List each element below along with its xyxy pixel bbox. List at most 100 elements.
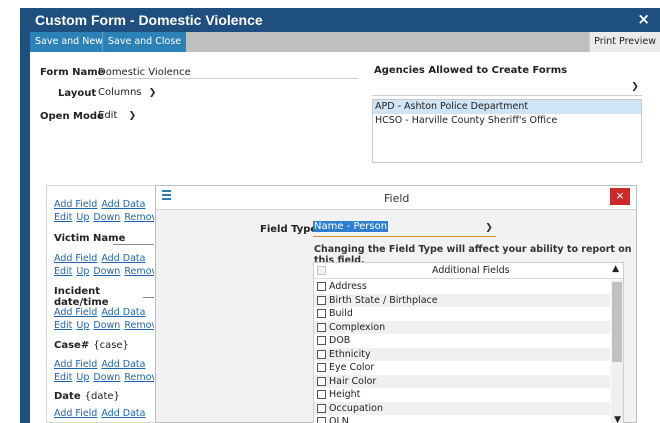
additional-field-label: Build <box>329 308 353 319</box>
additional-field-row[interactable]: OLN <box>314 415 610 423</box>
add-data-link[interactable]: Add Data <box>101 253 145 264</box>
dialog-title: Field <box>384 192 410 205</box>
fields-panel: Add Field Add Data Edit Up Down Remove Victi… <box>46 185 154 423</box>
down-link[interactable]: Down <box>93 372 120 383</box>
save-and-new-button[interactable]: Save and New <box>30 32 108 52</box>
additional-fields-title[interactable]: Additional Fields <box>432 265 510 276</box>
open-mode-select-value: Edit <box>98 110 118 121</box>
add-field-link[interactable]: Add Field <box>54 253 97 264</box>
toolbar: Save and New Save and Close Print Previe… <box>30 32 660 52</box>
chevron-down-icon: ❯ <box>631 82 639 92</box>
checkbox[interactable] <box>317 295 326 305</box>
additional-field-label: Hair Color <box>329 375 377 387</box>
open-mode-select[interactable]: Edit ❯ <box>98 110 137 121</box>
additional-field-row[interactable]: Occupation <box>314 401 610 415</box>
field-name: Incident date/time <box>54 286 109 308</box>
edit-link[interactable]: Edit <box>54 212 72 223</box>
field-token: {case} <box>93 340 129 351</box>
form-name-input[interactable]: Domestic Violence <box>98 67 191 78</box>
add-data-link[interactable]: Add Data <box>101 408 145 419</box>
print-preview-button[interactable]: Print Preview <box>589 32 660 52</box>
field-actions-row: Edit Up Down Remove <box>54 372 154 383</box>
additional-field-label: DOB <box>329 335 351 346</box>
edit-link[interactable]: Edit <box>54 320 72 331</box>
close-icon[interactable]: × <box>637 10 650 28</box>
field-name: Date <box>54 391 81 402</box>
checkbox[interactable] <box>317 322 326 332</box>
up-link[interactable]: Up <box>76 320 89 331</box>
add-data-link[interactable]: Add Data <box>101 359 145 370</box>
field-actions-row: Edit Up Down Remove <box>54 266 154 277</box>
checkbox[interactable] <box>317 390 326 399</box>
additional-field-row[interactable]: Ethnicity <box>314 347 610 361</box>
field-label: Victim Name <box>54 233 125 244</box>
scrollbar-thumb[interactable] <box>612 282 622 362</box>
checkbox[interactable] <box>317 417 326 423</box>
checkbox[interactable] <box>317 376 326 386</box>
sort-indicator-icon: ^ <box>459 262 466 267</box>
field-token: {date} <box>84 391 120 402</box>
add-field-link[interactable]: Add Field <box>54 359 97 370</box>
field-name: Case# <box>54 340 90 351</box>
edit-link[interactable]: Edit <box>54 266 72 277</box>
add-field-link[interactable]: Add Field <box>54 408 97 419</box>
scrollbar[interactable]: ▼ <box>611 280 623 423</box>
field-actions-row: Edit Up Down Remove <box>54 212 154 223</box>
window-titlebar: Custom Form - Domestic Violence × <box>30 8 660 32</box>
additional-field-row[interactable]: Eye Color <box>314 361 610 375</box>
remove-link[interactable]: Remove <box>124 372 154 383</box>
field-actions-row: Add Field Add Data <box>54 408 149 419</box>
layout-label: Layout <box>58 88 97 99</box>
up-link[interactable]: Up <box>76 266 89 277</box>
agency-item[interactable]: APD - Ashton Police Department <box>373 100 641 114</box>
scroll-down-icon[interactable]: ▼ <box>614 415 621 423</box>
down-link[interactable]: Down <box>93 266 120 277</box>
field-label: Case# {case} <box>54 340 129 351</box>
agency-item[interactable]: HCSO - Harville County Sheriff's Office <box>373 114 641 128</box>
down-link[interactable]: Down <box>93 320 120 331</box>
field-underline <box>143 297 154 298</box>
select-all-checkbox[interactable] <box>317 266 326 275</box>
additional-field-row[interactable]: Height <box>314 388 610 402</box>
dialog-close-icon[interactable]: × <box>610 188 630 205</box>
remove-link[interactable]: Remove <box>124 266 154 277</box>
additional-field-row[interactable]: Hair Color <box>314 374 610 388</box>
edit-link[interactable]: Edit <box>54 372 72 383</box>
checkbox[interactable] <box>317 349 326 359</box>
checkbox[interactable] <box>317 403 326 413</box>
add-field-link[interactable]: Add Field <box>54 307 97 318</box>
field-type-value: Name - Person <box>313 221 389 232</box>
hamburger-menu-icon[interactable] <box>162 190 171 202</box>
remove-link[interactable]: Remove <box>124 320 154 331</box>
add-field-link[interactable]: Add Field <box>54 199 97 210</box>
additional-field-row[interactable]: Address <box>314 280 610 294</box>
add-data-link[interactable]: Add Data <box>101 307 145 318</box>
additional-field-row[interactable]: Build <box>314 307 610 321</box>
add-data-link[interactable]: Add Data <box>101 199 145 210</box>
field-type-select[interactable]: Name - Person ❯ <box>313 221 496 237</box>
additional-field-row[interactable]: DOB <box>314 334 610 348</box>
agencies-list[interactable]: APD - Ashton Police Department HCSO - Ha… <box>372 99 642 163</box>
additional-field-row[interactable]: Complexion <box>314 320 610 334</box>
additional-field-row[interactable]: Birth State / Birthplace <box>314 293 610 307</box>
window-left-border <box>20 8 30 423</box>
agencies-dropdown[interactable]: ❯ <box>372 80 642 96</box>
save-and-close-button[interactable]: Save and Close <box>102 32 187 52</box>
additional-fields-rows: Address Birth State / Birthplace Build Comp… <box>314 280 610 423</box>
down-link[interactable]: Down <box>93 212 120 223</box>
form-name-label: Form Name <box>40 67 105 78</box>
checkbox[interactable] <box>317 363 326 372</box>
field-underline <box>113 244 154 245</box>
up-link[interactable]: Up <box>76 212 89 223</box>
open-mode-label: Open Mode <box>40 111 104 122</box>
up-link[interactable]: Up <box>76 372 89 383</box>
scroll-up-icon[interactable]: ▲ <box>612 264 619 274</box>
checkbox[interactable] <box>317 282 326 291</box>
remove-link[interactable]: Remove <box>124 212 154 223</box>
layout-select[interactable]: Columns ❯ <box>98 87 158 98</box>
checkbox[interactable] <box>317 309 326 318</box>
checkbox[interactable] <box>317 336 326 345</box>
additional-field-label: Birth State / Birthplace <box>329 294 438 306</box>
form-name-underline <box>96 78 358 79</box>
field-actions-row: Add Field Add Data <box>54 307 149 318</box>
